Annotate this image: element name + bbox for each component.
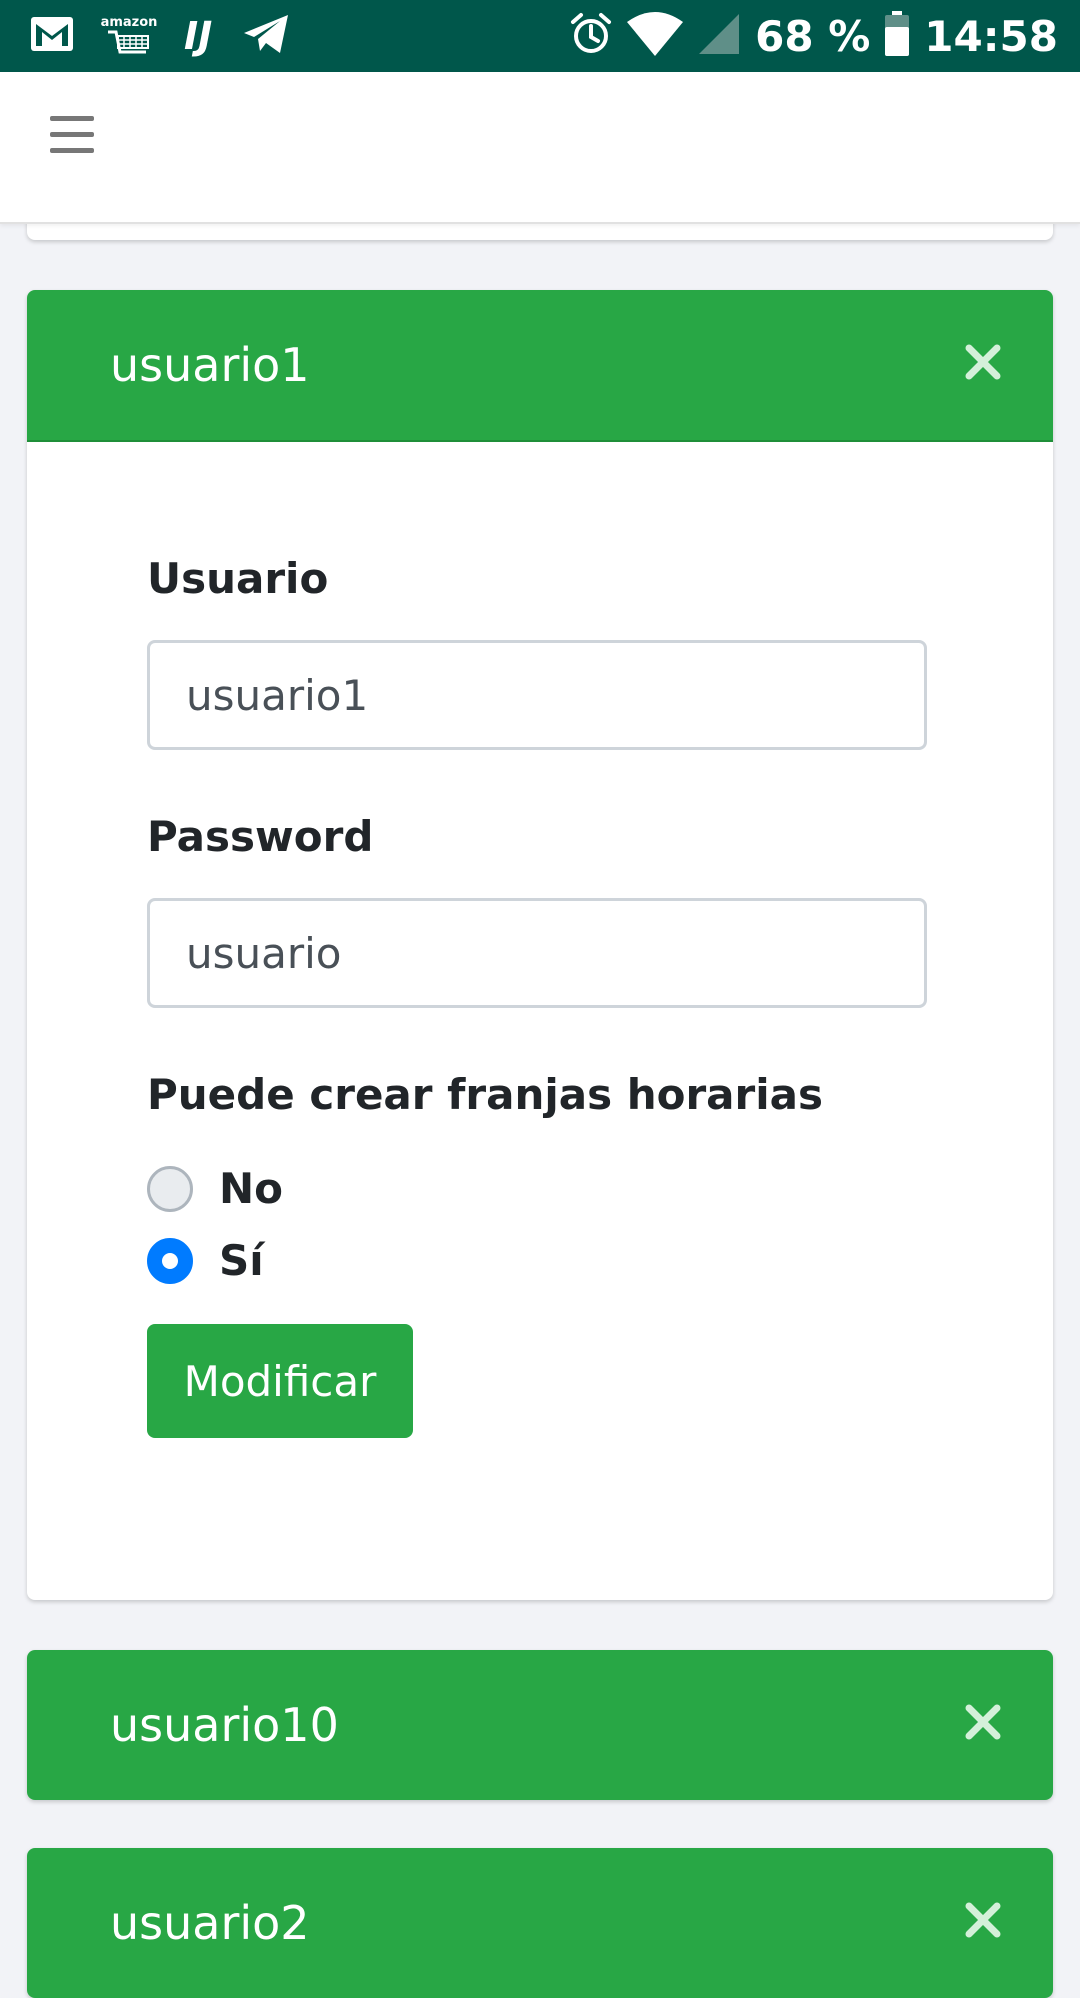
user-card: usuario2 [27,1848,1053,1998]
password-label: Password [147,812,374,861]
menu-icon[interactable] [50,116,94,160]
user-field[interactable] [147,640,927,750]
radio-no-label: No [219,1164,284,1213]
close-icon[interactable] [963,1900,1003,1940]
clock: 14:58 [924,11,1058,61]
intellij-icon: IJ [184,14,213,58]
card-title: usuario2 [110,1896,310,1950]
card-title: usuario10 [110,1698,339,1752]
battery-icon [884,11,910,61]
radio-option-no[interactable]: No [147,1164,283,1213]
user-card: usuario1 Usuario Password Puede crear fr… [27,290,1053,1600]
radio-si-label: Sí [219,1236,264,1285]
permission-label: Puede crear franjas horarias [147,1070,823,1119]
radio-option-si[interactable]: Sí [147,1236,264,1285]
close-icon[interactable] [963,1702,1003,1742]
status-bar: amazon IJ 68 % 14:58 [0,0,1080,72]
radio-no[interactable] [147,1165,193,1212]
close-icon[interactable] [963,342,1003,382]
amazon-icon: amazon [101,16,157,56]
modify-button[interactable]: Modificar [147,1324,413,1438]
radio-si[interactable] [147,1237,193,1284]
card-header[interactable]: usuario1 [27,290,1053,442]
notification-icons: amazon IJ [30,0,290,72]
user-card: usuario10 [27,1650,1053,1800]
wifi-icon [627,12,684,60]
battery-percent: 68 % [755,11,871,61]
gmail-icon [30,16,74,56]
app-bar [0,72,1080,224]
system-icons: 68 % 14:58 [569,0,1058,72]
card-title: usuario1 [110,338,310,392]
password-field[interactable] [147,898,927,1008]
alarm-icon [569,12,613,60]
amazon-label: amazon [100,15,158,30]
card-header[interactable]: usuario2 [27,1848,1053,1998]
signal-icon [697,12,741,60]
telegram-icon [242,13,290,59]
user-label: Usuario [147,554,329,603]
card-header[interactable]: usuario10 [27,1650,1053,1800]
